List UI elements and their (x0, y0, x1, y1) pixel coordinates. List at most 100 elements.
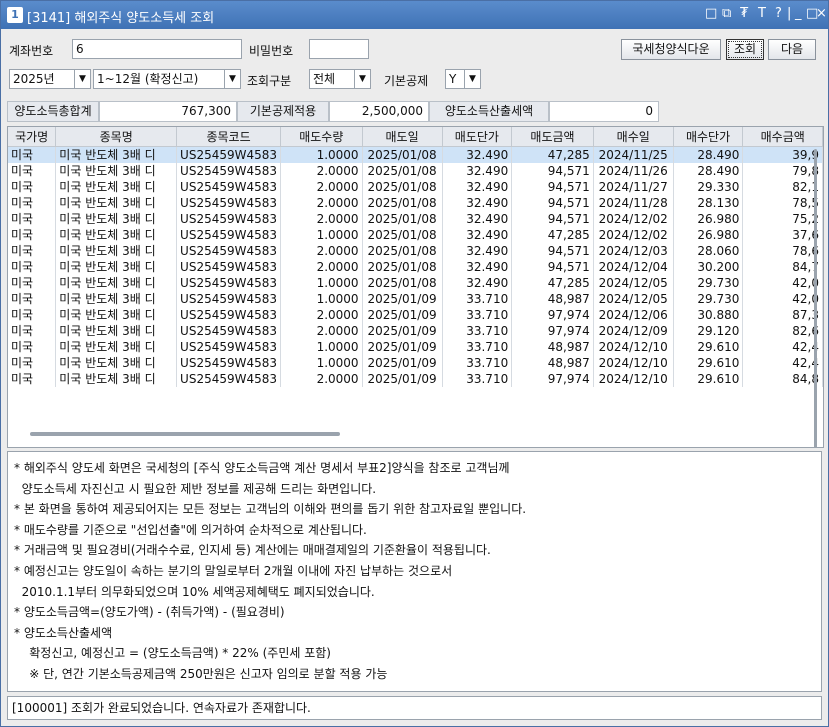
nts-download-button[interactable]: 국세청양식다운 (621, 39, 721, 60)
note-line: * 본 화면을 통하여 제공되어지는 모든 정보는 고객님의 이해와 편의를 돕… (14, 502, 527, 517)
note-line: ※ 단, 연간 기본소득공제금액 250만원은 신고자 임의로 분할 적용 가능 (14, 666, 388, 681)
table-cell: 30.200 (673, 259, 744, 275)
table-cell: 미국 반도체 3배 디 (55, 371, 178, 387)
chevron-down-icon[interactable]: ▼ (74, 70, 90, 88)
minimize-icon[interactable]: _ (795, 6, 802, 21)
table-cell: 미국 반도체 3배 디 (55, 195, 178, 211)
float-icon[interactable]: ⧉ (722, 6, 731, 21)
table-cell: 2025/01/09 (362, 355, 443, 371)
table-row[interactable]: 미국 미국 반도체 3배 디 US25459W4583 1.0000 2025/01/0… (8, 339, 823, 355)
table-cell: US25459W4583 (176, 355, 282, 371)
column-header[interactable]: 국가명 (8, 127, 57, 147)
period-select[interactable]: 1~12월 (확정신고) ▼ (93, 69, 241, 89)
table-row[interactable]: 미국 미국 반도체 3배 디 US25459W4583 2.0000 2025/01/0… (8, 163, 823, 179)
table-cell: US25459W4583 (176, 323, 282, 339)
table-cell: 미국 반도체 3배 디 (55, 259, 178, 275)
tax-label: 양도소득산출세액 (429, 101, 549, 122)
table-row[interactable]: 미국 미국 반도체 3배 디 US25459W4583 1.0000 2025/01/0… (8, 275, 823, 291)
separator: | (787, 6, 792, 21)
table-cell: 33.710 (442, 291, 513, 307)
table-cell: 1.0000 (280, 355, 363, 371)
table-cell: 2025/01/09 (362, 307, 443, 323)
note-line: * 해외주식 양도세 화면은 국세청의 [주식 양도소득금액 계산 명세서 부표… (14, 461, 510, 475)
table-cell: 2024/12/04 (593, 259, 674, 275)
table-cell: US25459W4583 (176, 195, 282, 211)
table-cell: 미국 반도체 3배 디 (55, 275, 178, 291)
table-cell: 2.0000 (280, 371, 363, 387)
note-line: 확정신고, 예정신고 = (양도소득금액) * 22% (주민세 포함) (14, 646, 331, 661)
column-header[interactable]: 매도수량 (280, 127, 363, 147)
note-line: * 양도소득금액=(양도가액) - (취득가액) - (필요경비) (14, 605, 285, 620)
table-cell: 미국 반도체 3배 디 (55, 323, 178, 339)
table-cell: 33.710 (442, 371, 513, 387)
table-cell: US25459W4583 (176, 227, 282, 243)
table-row[interactable]: 미국 미국 반도체 3배 디 US25459W4583 2.0000 2025/01/0… (8, 307, 823, 323)
horizontal-scrollbar[interactable] (30, 432, 340, 436)
table-cell: 28.490 (673, 146, 744, 163)
chevron-down-icon[interactable]: ▼ (464, 70, 480, 88)
pin-icon[interactable]: ₮ (740, 6, 748, 21)
table-cell: 97,974 (511, 371, 594, 387)
table-cell: 1.0000 (280, 227, 363, 243)
chevron-down-icon[interactable]: ▼ (354, 70, 370, 88)
column-header[interactable]: 종목명 (55, 127, 178, 147)
table-row[interactable]: 미국 미국 반도체 3배 디 US25459W4583 2.0000 2025/01/0… (8, 323, 823, 339)
note-line: * 양도소득산출세액 (14, 625, 113, 640)
table-cell: 2025/01/08 (362, 179, 443, 195)
close-icon[interactable]: × (816, 6, 827, 21)
restore-icon[interactable]: □ (705, 6, 717, 21)
account-input[interactable]: 6 (72, 39, 242, 59)
column-header[interactable]: 매수일 (593, 127, 674, 147)
year-select[interactable]: 2025년 ▼ (9, 69, 91, 89)
table-row[interactable]: 미국 미국 반도체 3배 디 US25459W4583 2.0000 2025/01/0… (8, 211, 823, 227)
table-cell: 75,2 (742, 211, 823, 227)
table-cell: US25459W4583 (176, 259, 282, 275)
table-cell: 82,1 (742, 179, 823, 195)
table-row[interactable]: 미국 미국 반도체 3배 디 US25459W4583 1.0000 2025/01/0… (8, 291, 823, 307)
table-row[interactable]: 미국 미국 반도체 3배 디 US25459W4583 2.0000 2025/01/0… (8, 195, 823, 211)
table-cell: 2024/12/05 (593, 291, 674, 307)
help-icon[interactable]: ? (775, 6, 782, 21)
font-icon[interactable]: T (758, 6, 766, 21)
table-cell: US25459W4583 (176, 243, 282, 259)
table-cell: 29.730 (673, 275, 744, 291)
column-header[interactable]: 매도일 (362, 127, 443, 147)
basic-deduction-value: Y (449, 72, 457, 86)
next-button[interactable]: 다음 (768, 39, 816, 60)
note-line: * 거래금액 및 필요경비(거래수수료, 인지세 등) 계산에는 매매결제일의 … (14, 543, 491, 558)
table-cell: 미국 (8, 227, 57, 243)
deduction-value: 2,500,000 (329, 101, 429, 122)
table-cell: 33.710 (442, 323, 513, 339)
total-label: 양도소득총합계 (7, 101, 99, 122)
query-type-select[interactable]: 전체 ▼ (309, 69, 371, 89)
table-row[interactable]: 미국 미국 반도체 3배 디 US25459W4583 2.0000 2025/01/0… (8, 371, 823, 387)
table-row[interactable]: 미국 미국 반도체 3배 디 US25459W4583 1.0000 2025/01/0… (8, 355, 823, 371)
results-grid[interactable]: 국가명 종목명 종목코드 매도수량 매도일 매도단가 매도금액 매수일 매수단가 매수금액 미국 미… (7, 126, 824, 448)
table-cell: 미국 (8, 339, 57, 355)
table-cell: 2.0000 (280, 323, 363, 339)
column-header[interactable]: 매수금액 (742, 127, 823, 147)
table-cell: 2025/01/08 (362, 195, 443, 211)
column-header[interactable]: 매도금액 (511, 127, 594, 147)
vertical-scrollbar[interactable] (814, 149, 817, 447)
basic-deduction-select[interactable]: Y ▼ (445, 69, 481, 89)
table-cell: 32.490 (442, 259, 513, 275)
column-header[interactable]: 종목코드 (176, 127, 282, 147)
chevron-down-icon[interactable]: ▼ (224, 70, 240, 88)
query-button[interactable]: 조회 (726, 39, 764, 60)
column-header[interactable]: 매도단가 (442, 127, 513, 147)
table-cell: 미국 (8, 146, 57, 163)
table-cell: 미국 반도체 3배 디 (55, 227, 178, 243)
table-cell: 97,974 (511, 323, 594, 339)
table-row[interactable]: 미국 미국 반도체 3배 디 US25459W4583 2.0000 2025/01/0… (8, 179, 823, 195)
table-cell: 32.490 (442, 163, 513, 179)
table-row[interactable]: 미국 미국 반도체 3배 디 US25459W4583 1.0000 2025/01/0… (8, 227, 823, 243)
password-input[interactable] (309, 39, 369, 59)
table-cell: 94,571 (511, 259, 594, 275)
table-row[interactable]: 미국 미국 반도체 3배 디 US25459W4583 2.0000 2025/01/0… (8, 243, 823, 259)
table-row[interactable]: 미국 미국 반도체 3배 디 US25459W4583 2.0000 2025/01/0… (8, 259, 823, 275)
table-row[interactable]: 미국 미국 반도체 3배 디 US25459W4583 1.0000 2025/01/0… (8, 146, 823, 163)
title-bar[interactable]: 1 [3141] 해외주식 양도소득세 조회 □ ⧉ ₮ T ? | _ □ × (1, 1, 828, 29)
column-header[interactable]: 매수단가 (673, 127, 744, 147)
table-cell: 1.0000 (280, 339, 363, 355)
